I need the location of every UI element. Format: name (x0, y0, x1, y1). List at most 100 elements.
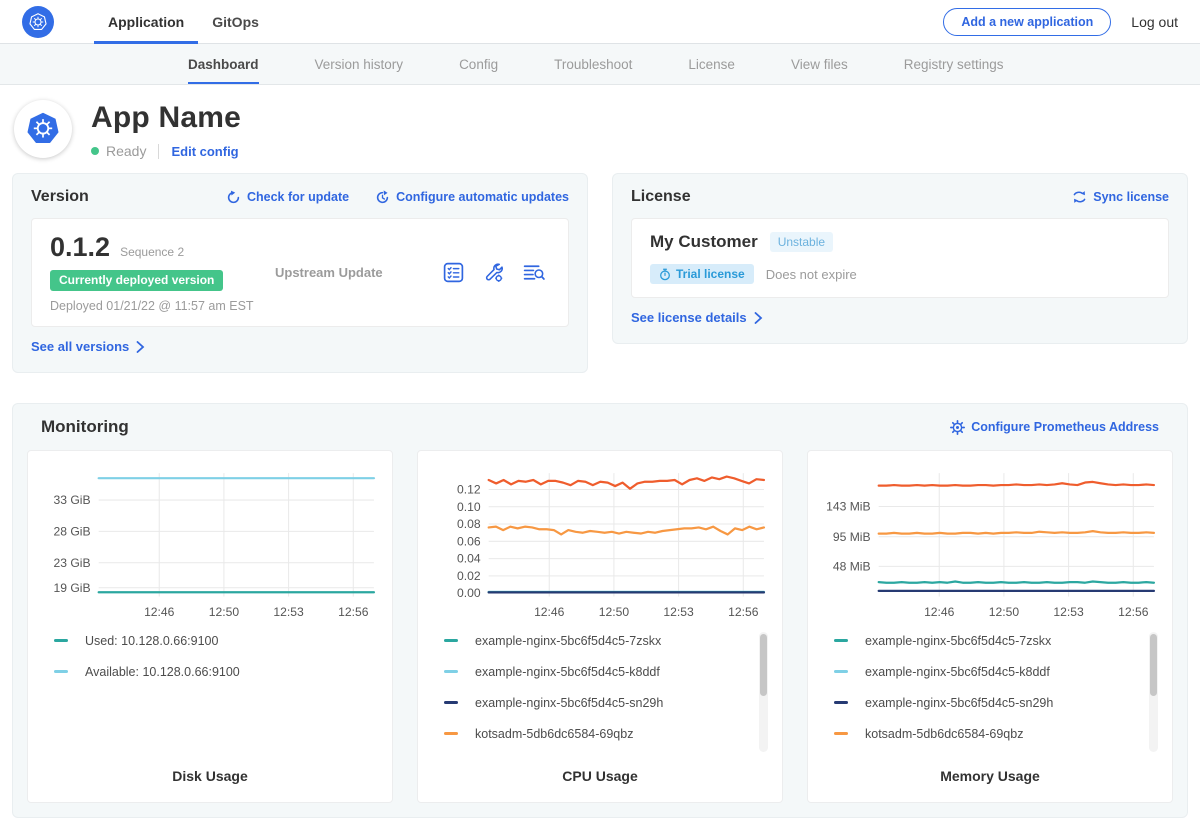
legend-swatch (834, 701, 848, 704)
legend-scrollbar-thumb[interactable] (760, 634, 767, 696)
legend-item: kotsadm-5db6dc6584-69qbz (834, 727, 1152, 741)
app-kubernetes-icon (14, 100, 72, 158)
configure-automatic-updates-label: Configure automatic updates (396, 190, 569, 204)
tab-gitops-label: GitOps (212, 14, 259, 30)
svg-text:12:56: 12:56 (338, 605, 369, 619)
version-source-label: Upstream Update (275, 265, 442, 280)
svg-text:0.10: 0.10 (457, 500, 481, 514)
kubernetes-logo-icon (22, 6, 54, 38)
sync-arrows-icon (1072, 190, 1087, 204)
license-panel: License Sync license My Customer Unstabl… (612, 173, 1188, 344)
legend-label: kotsadm-5db6dc6584-69qbz (475, 727, 633, 741)
legend-label: Used: 10.128.0.66:9100 (85, 634, 218, 648)
subnav-troubleshoot-label: Troubleshoot (554, 57, 632, 72)
license-channel-badge: Unstable (770, 232, 833, 252)
memory-usage-legend: example-nginx-5bc6f5d4c5-7zskx example-ng… (820, 628, 1160, 758)
stopwatch-icon (659, 268, 671, 281)
license-customer-name: My Customer (650, 232, 758, 252)
subnav-troubleshoot[interactable]: Troubleshoot (554, 44, 632, 84)
chevron-right-icon (754, 312, 763, 324)
legend-item: example-nginx-5bc6f5d4c5-k8ddf (444, 665, 762, 679)
cpu-usage-chart: 0.120.100.080.060.040.020.0012:4612:5012… (430, 463, 770, 628)
see-license-details-label: See license details (631, 310, 747, 325)
subnav-license[interactable]: License (688, 44, 735, 84)
svg-text:12:46: 12:46 (534, 605, 565, 619)
legend-label: example-nginx-5bc6f5d4c5-sn29h (475, 696, 663, 710)
svg-text:12:46: 12:46 (144, 605, 175, 619)
legend-item: kotsadm-5db6dc6584-69qbz (444, 727, 762, 741)
app-header: App Name Ready Edit config (0, 85, 1200, 173)
legend-scrollbar-thumb[interactable] (1150, 634, 1157, 696)
legend-swatch (444, 732, 458, 735)
subnav-config[interactable]: Config (459, 44, 498, 84)
subnav-registry-settings[interactable]: Registry settings (904, 44, 1004, 84)
legend-swatch (834, 639, 848, 642)
configure-automatic-updates-link[interactable]: Configure automatic updates (375, 190, 569, 205)
tab-application[interactable]: Application (94, 0, 198, 43)
subnav-license-label: License (688, 57, 735, 72)
subnav-view-files[interactable]: View files (791, 44, 848, 84)
svg-text:12:50: 12:50 (599, 605, 630, 619)
legend-label: example-nginx-5bc6f5d4c5-k8ddf (475, 665, 660, 679)
topbar-spacer (273, 0, 943, 43)
legend-swatch (834, 732, 848, 735)
current-version-card: 0.1.2 Sequence 2 Currently deployed vers… (31, 218, 569, 327)
tab-gitops[interactable]: GitOps (198, 0, 273, 43)
app-subnav: Dashboard Version history Config Trouble… (0, 44, 1200, 85)
cpu-usage-card: 0.120.100.080.060.040.020.0012:4612:5012… (417, 450, 783, 803)
refresh-icon (226, 190, 241, 205)
logout-button[interactable]: Log out (1131, 14, 1178, 30)
currently-deployed-badge: Currently deployed version (50, 270, 223, 291)
disk-usage-chart: 33 GiB28 GiB23 GiB19 GiB12:4612:5012:531… (40, 463, 380, 628)
subnav-view-files-label: View files (791, 57, 848, 72)
svg-text:12:50: 12:50 (209, 605, 240, 619)
svg-text:0.02: 0.02 (457, 569, 481, 583)
disk-usage-legend: Used: 10.128.0.66:9100 Available: 10.128.… (40, 628, 380, 696)
svg-text:12:56: 12:56 (1118, 605, 1149, 619)
check-for-update-label: Check for update (247, 190, 349, 204)
memory-usage-card: 143 MiB95 MiB48 MiB12:4612:5012:5312:56 … (807, 450, 1173, 803)
svg-text:28 GiB: 28 GiB (54, 524, 91, 538)
preflight-checks-icon[interactable] (442, 261, 465, 284)
legend-label: Available: 10.128.0.66:9100 (85, 665, 240, 679)
svg-text:0.12: 0.12 (457, 483, 481, 497)
view-config-wrench-icon[interactable] (482, 261, 505, 284)
subnav-dashboard[interactable]: Dashboard (188, 44, 259, 84)
edit-config-link[interactable]: Edit config (171, 144, 238, 159)
legend-label: example-nginx-5bc6f5d4c5-sn29h (865, 696, 1053, 710)
see-license-details-link[interactable]: See license details (631, 310, 763, 325)
view-logs-icon[interactable] (522, 261, 546, 284)
svg-text:33 GiB: 33 GiB (54, 493, 91, 507)
subnav-registry-settings-label: Registry settings (904, 57, 1004, 72)
svg-text:12:56: 12:56 (728, 605, 759, 619)
svg-text:12:53: 12:53 (663, 605, 694, 619)
legend-swatch (444, 701, 458, 704)
legend-item: example-nginx-5bc6f5d4c5-sn29h (834, 696, 1152, 710)
see-all-versions-link[interactable]: See all versions (31, 339, 145, 354)
svg-text:95 MiB: 95 MiB (833, 530, 871, 544)
legend-item: example-nginx-5bc6f5d4c5-k8ddf (834, 665, 1152, 679)
disk-usage-card: 33 GiB28 GiB23 GiB19 GiB12:4612:5012:531… (27, 450, 393, 803)
subnav-version-history-label: Version history (315, 57, 404, 72)
add-application-button[interactable]: Add a new application (943, 8, 1111, 36)
svg-text:12:53: 12:53 (1053, 605, 1084, 619)
check-for-update-link[interactable]: Check for update (226, 190, 349, 205)
trial-license-label: Trial license (676, 267, 745, 281)
subnav-version-history[interactable]: Version history (315, 44, 404, 84)
charts-row: 33 GiB28 GiB23 GiB19 GiB12:4612:5012:531… (27, 450, 1173, 803)
configure-prometheus-link[interactable]: Configure Prometheus Address (950, 420, 1159, 435)
memory-usage-title: Memory Usage (820, 758, 1160, 792)
cards-row: Version Check for update Configure au (0, 173, 1200, 373)
status-badge: Ready (106, 143, 146, 159)
version-panel: Version Check for update Configure au (12, 173, 588, 373)
sync-license-link[interactable]: Sync license (1072, 190, 1169, 204)
version-sequence: Sequence 2 (120, 245, 184, 259)
svg-text:0.00: 0.00 (457, 586, 481, 600)
legend-swatch (834, 670, 848, 673)
svg-text:0.06: 0.06 (457, 534, 481, 548)
license-panel-title: License (631, 188, 691, 206)
legend-item: example-nginx-5bc6f5d4c5-sn29h (444, 696, 762, 710)
divider (158, 144, 159, 159)
legend-label: example-nginx-5bc6f5d4c5-7zskx (865, 634, 1051, 648)
legend-item: Available: 10.128.0.66:9100 (54, 665, 372, 679)
